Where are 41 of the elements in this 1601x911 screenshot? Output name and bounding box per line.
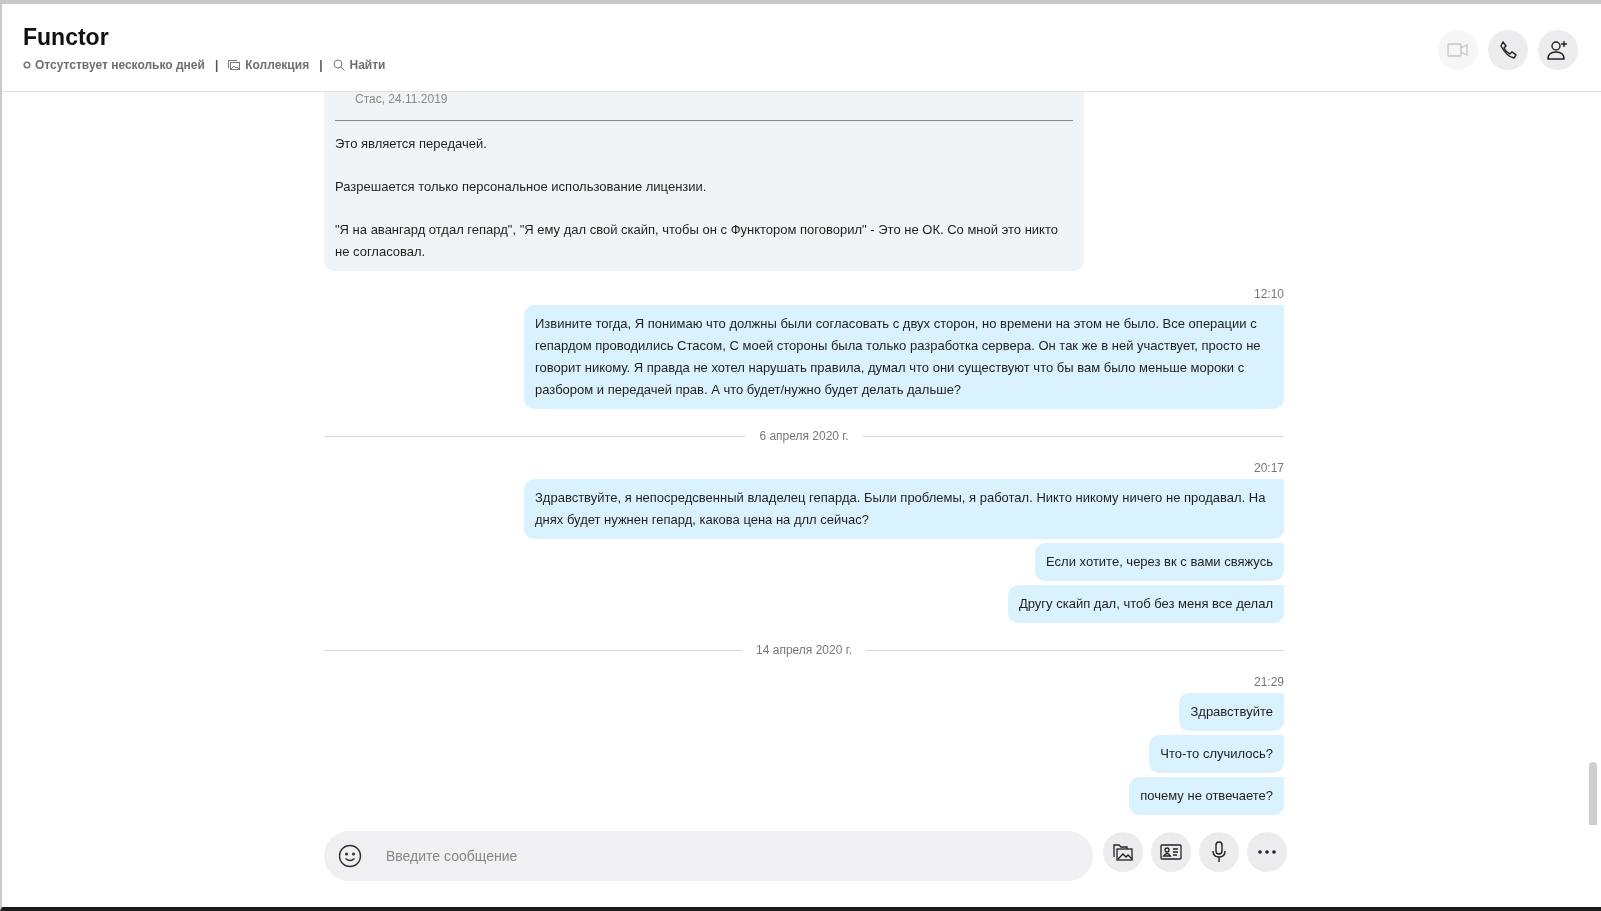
toolbar-button[interactable] (1103, 832, 1143, 872)
smiley-icon[interactable] (338, 844, 362, 868)
message-bubble: Другу скайп дал, чтоб без меня все делал (1007, 585, 1284, 623)
call-button[interactable] (1488, 30, 1528, 70)
message-time: 21:29 (1253, 674, 1284, 691)
status-icon (23, 61, 31, 69)
scrollbar-thumb[interactable] (1589, 762, 1597, 825)
status-text: Отсутствует несколько дней (35, 57, 205, 74)
contact-name: Functor (23, 23, 110, 52)
message-text: Это является передачей. (335, 135, 488, 153)
phone-icon (1498, 40, 1518, 60)
message-bubble: Что-то случилось? (1149, 735, 1284, 773)
separator-text: | (318, 57, 324, 74)
message-bubble: Здравствуйте, я непосредсвенный владелец гепарда. Были проблемы, я работал. Никто никому ничего не продавал. На днях будет нужнен гепард, какова цена на длл сейчас? (524, 479, 1284, 539)
header-link[interactable]: Коллекция (228, 56, 310, 74)
message-text: "Я на авангард отдал гепард", "Я ему дал свой скайп, чтобы он с Функтором поговорил" - Это не ОК. Со мной это никто не согласовал. (335, 221, 1059, 261)
message-bubble: Если хотите, через вк с вами свяжусь (1035, 543, 1284, 581)
separator-text: | (213, 57, 220, 74)
date-divider: 14 апреля 2020 г. (756, 642, 852, 659)
image-icon (1112, 842, 1134, 862)
video-camera-icon (1447, 42, 1469, 58)
toolbar-button[interactable] (1247, 832, 1287, 872)
header-link[interactable]: Найти (332, 56, 386, 74)
more-icon (1258, 850, 1276, 854)
message-time: 12:10 (1253, 286, 1284, 303)
message-bubble: Извините тогда, Я понимаю что должны были согласовать с двух сторон, но времени на этом не было. Все операции с гепардом проводились Стасом, С моей стороны была только разработка сервера. Он так же в ней участвует, просто не говорит никому. Я правда не хотел нарушать правила, думал что они существуют что бы вам было меньше мороки с разбором и передачей прав. А что будет/нужно будет делать дальше? (524, 305, 1284, 409)
date-divider: 6 апреля 2020 г. (759, 428, 849, 445)
call-button[interactable] (1538, 30, 1578, 70)
toolbar-button[interactable] (1199, 832, 1239, 872)
message-bubble: Здравствуйте (1179, 693, 1284, 731)
contact-card-icon (1160, 844, 1182, 860)
message-time: 20:17 (1253, 460, 1284, 477)
toolbar-button[interactable] (1151, 832, 1191, 872)
add-person-icon (1547, 40, 1569, 60)
message-text: Разрешается только персональное использование лицензии. (335, 178, 708, 196)
message-bubble: почему не отвечаете? (1129, 777, 1284, 815)
microphone-icon (1211, 841, 1227, 863)
search-icon (332, 59, 345, 71)
message-field[interactable]: Введите сообщение (324, 831, 1093, 881)
quote-author: Стас, 24.11.2019 (335, 92, 1073, 121)
gallery-icon (228, 59, 241, 71)
